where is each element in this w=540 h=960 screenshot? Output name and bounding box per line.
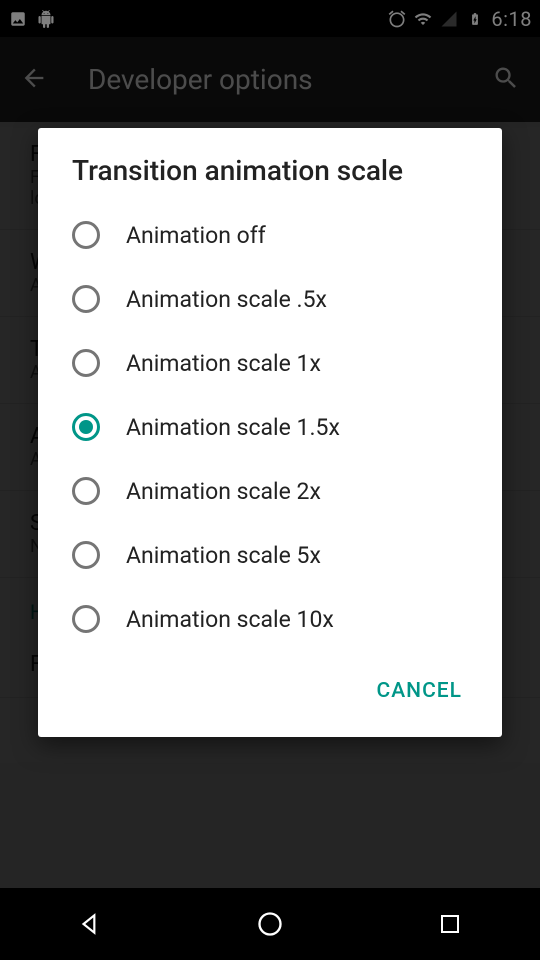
radio-label: Animation off: [126, 222, 266, 249]
radio-label: Animation scale 1x: [126, 350, 321, 377]
radio-option[interactable]: Animation scale 2x: [38, 459, 502, 523]
animation-scale-dialog: Transition animation scale Animation off…: [38, 128, 502, 737]
dialog-title: Transition animation scale: [38, 154, 502, 199]
radio-group: Animation off Animation scale .5x Animatio…: [38, 199, 502, 655]
radio-option[interactable]: Animation scale .5x: [38, 267, 502, 331]
radio-option[interactable]: Animation scale 1.5x: [38, 395, 502, 459]
radio-label: Animation scale 2x: [126, 478, 321, 505]
dialog-actions: CANCEL: [38, 655, 502, 737]
radio-icon: [72, 477, 100, 505]
nav-recent[interactable]: [410, 904, 490, 944]
radio-icon: [72, 221, 100, 249]
radio-option[interactable]: Animation scale 10x: [38, 587, 502, 651]
radio-icon: [72, 413, 100, 441]
cancel-button[interactable]: CANCEL: [365, 669, 474, 713]
radio-label: Animation scale 5x: [126, 542, 321, 569]
nav-home[interactable]: [230, 904, 310, 944]
radio-label: Animation scale .5x: [126, 286, 327, 313]
radio-icon: [72, 541, 100, 569]
nav-bar: [0, 888, 540, 960]
radio-label: Animation scale 1.5x: [126, 414, 340, 441]
radio-icon: [72, 285, 100, 313]
nav-back[interactable]: [50, 904, 130, 944]
radio-option[interactable]: Animation off: [38, 203, 502, 267]
radio-option[interactable]: Animation scale 1x: [38, 331, 502, 395]
radio-icon: [72, 605, 100, 633]
radio-icon: [72, 349, 100, 377]
radio-label: Animation scale 10x: [126, 606, 334, 633]
radio-option[interactable]: Animation scale 5x: [38, 523, 502, 587]
